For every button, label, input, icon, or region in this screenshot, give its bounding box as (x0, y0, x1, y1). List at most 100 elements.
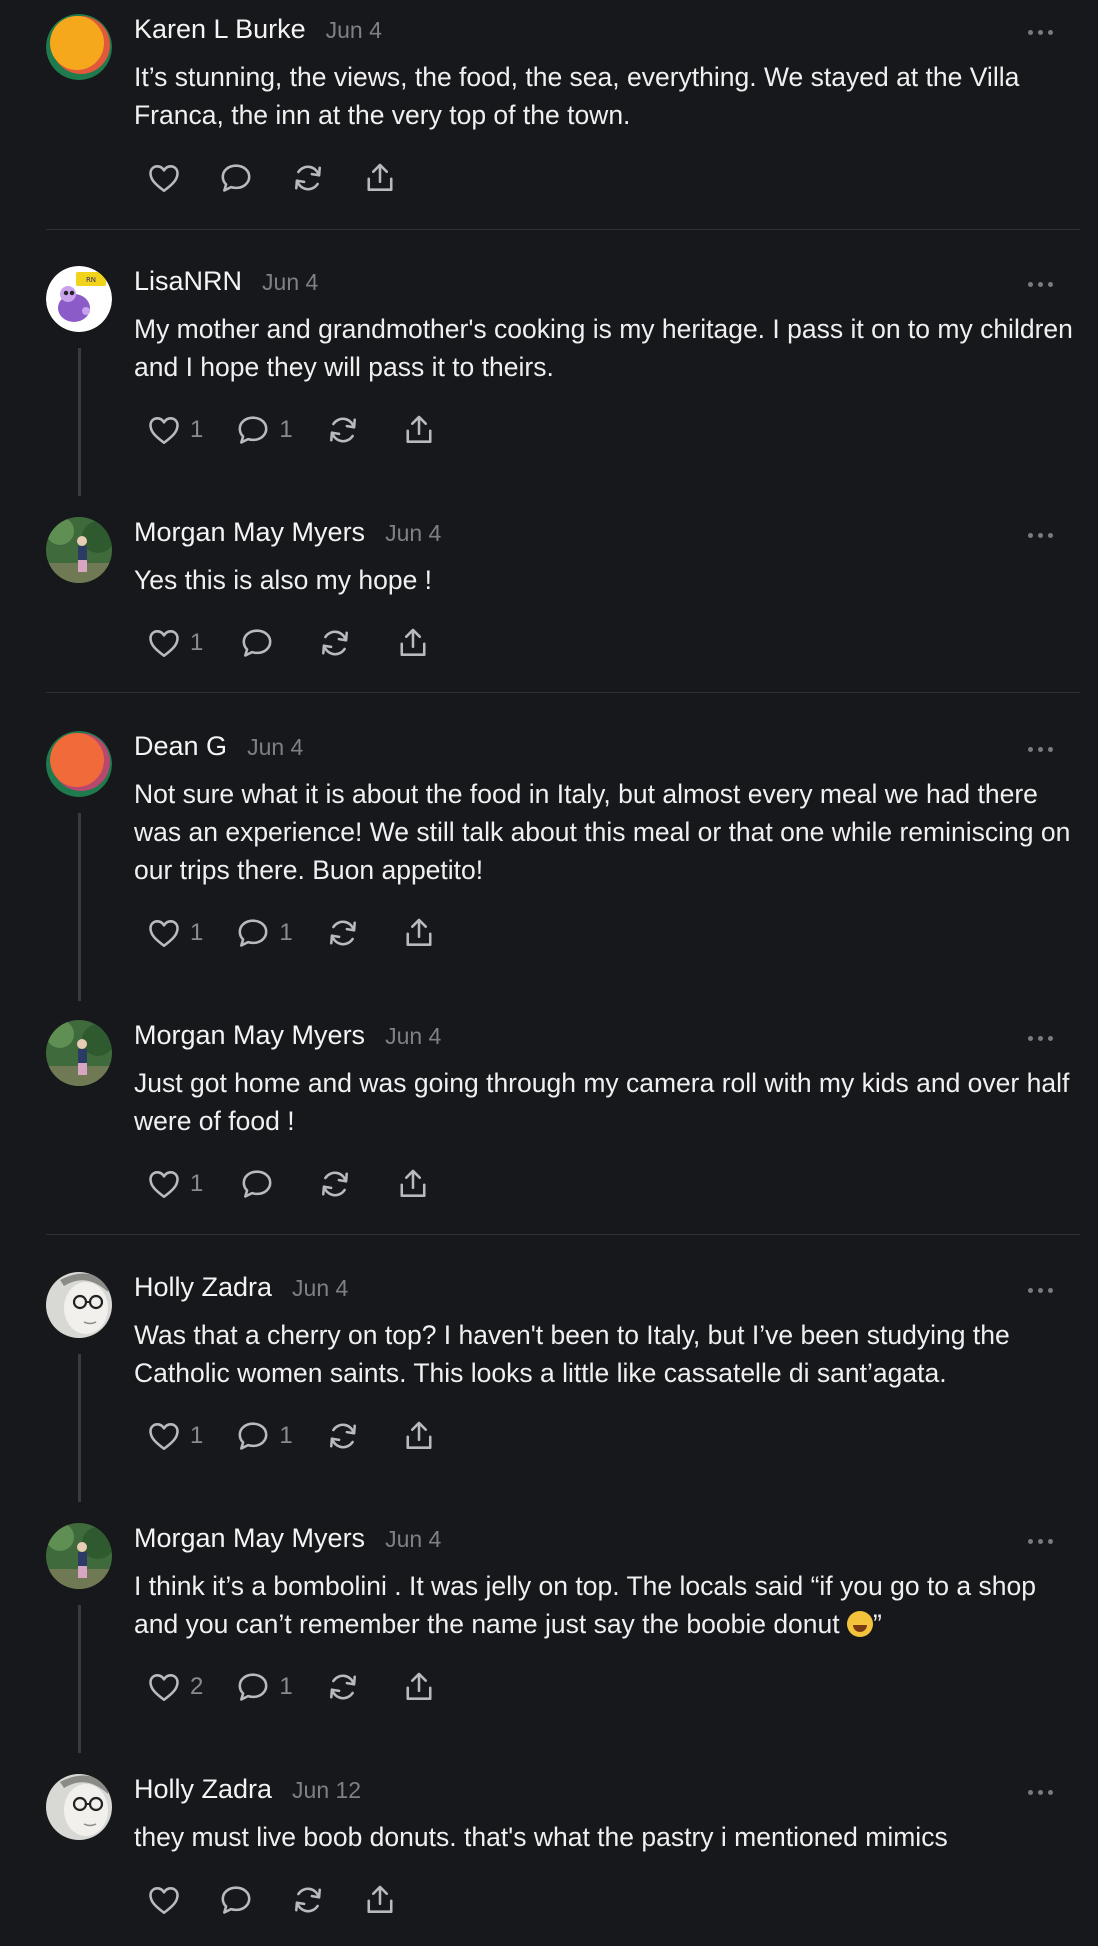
heart-icon (149, 1423, 179, 1451)
post-date[interactable]: Jun 4 (326, 17, 382, 44)
comment-icon (221, 164, 251, 192)
author-name[interactable]: Holly Zadra (134, 1272, 272, 1303)
like-button[interactable]: 1 (146, 913, 203, 953)
post-date[interactable]: Jun 4 (247, 734, 303, 761)
more-options-icon[interactable] (1018, 1780, 1062, 1804)
avatar[interactable]: RN (46, 266, 112, 332)
more-options-icon[interactable] (1018, 1278, 1062, 1302)
repost-button[interactable] (325, 1416, 361, 1456)
reply-button[interactable]: 1 (235, 1667, 293, 1707)
more-options-icon[interactable] (1018, 20, 1062, 44)
share-icon (406, 1421, 432, 1449)
share-button[interactable] (362, 1880, 398, 1920)
avatar[interactable] (46, 1523, 112, 1589)
author-name[interactable]: Morgan May Myers (134, 1523, 365, 1554)
like-button[interactable]: 1 (146, 623, 203, 663)
reply-button[interactable]: 1 (235, 1416, 293, 1456)
reply-count: 1 (279, 1673, 293, 1700)
repost-icon (329, 1423, 356, 1449)
like-count: 1 (190, 1422, 204, 1449)
thread-line (78, 813, 81, 1001)
post-date[interactable]: Jun 4 (385, 520, 441, 547)
avatar[interactable] (46, 1774, 112, 1840)
divider (46, 1234, 1080, 1235)
more-options-icon[interactable] (1018, 272, 1062, 296)
avatar[interactable] (46, 1272, 112, 1338)
reply-button[interactable] (239, 623, 275, 663)
more-options-icon[interactable] (1018, 1529, 1062, 1553)
action-bar: 1 (146, 621, 467, 665)
share-button[interactable] (362, 158, 398, 198)
post-text: My mother and grandmother's cooking is m… (134, 314, 1073, 382)
post-header: Morgan May Myers Jun 4 (134, 1020, 441, 1054)
post-text: It’s stunning, the views, the food, the … (134, 62, 1020, 130)
avatar[interactable] (46, 517, 112, 583)
share-icon (406, 1672, 432, 1700)
thread-line (78, 1354, 81, 1502)
author-name[interactable]: Holly Zadra (134, 1774, 272, 1805)
comments-feed: Karen L Burke Jun 4 It’s stunning, the v… (0, 0, 1098, 1946)
repost-button[interactable] (325, 410, 361, 450)
like-button[interactable] (146, 1880, 182, 1920)
comment-icon (238, 919, 268, 947)
avatar[interactable] (46, 731, 112, 797)
repost-button[interactable] (317, 1164, 353, 1204)
repost-button[interactable] (290, 158, 326, 198)
repost-icon (329, 920, 356, 946)
post-header: Morgan May Myers Jun 4 (134, 517, 441, 551)
more-options-icon[interactable] (1018, 737, 1062, 761)
author-name[interactable]: Morgan May Myers (134, 517, 365, 548)
author-name[interactable]: Karen L Burke (134, 14, 306, 45)
heart-icon (149, 630, 179, 658)
author-name[interactable]: Morgan May Myers (134, 1020, 365, 1051)
post-text: I think it’s a bombolini . It was jelly … (134, 1567, 1084, 1643)
reply-button[interactable]: 1 (235, 410, 293, 450)
divider (46, 692, 1080, 693)
post-date[interactable]: Jun 12 (292, 1777, 361, 1804)
like-button[interactable] (146, 158, 182, 198)
share-button[interactable] (401, 913, 437, 953)
repost-icon (329, 417, 356, 443)
action-bar: 1 1 (146, 1414, 473, 1458)
reply-button[interactable] (218, 1880, 254, 1920)
post-header: Holly Zadra Jun 12 (134, 1774, 361, 1808)
reply-button[interactable]: 1 (235, 913, 293, 953)
repost-button[interactable] (325, 1667, 361, 1707)
reply-button[interactable] (218, 158, 254, 198)
like-count: 1 (190, 919, 204, 946)
reply-button[interactable] (239, 1164, 275, 1204)
share-button[interactable] (395, 623, 431, 663)
post-date[interactable]: Jun 4 (292, 1275, 348, 1302)
laughing-emoji-icon (847, 1611, 874, 1637)
post-date[interactable]: Jun 4 (262, 269, 318, 296)
more-options-icon[interactable] (1018, 1026, 1062, 1050)
share-button[interactable] (401, 410, 437, 450)
avatar[interactable] (46, 14, 112, 80)
author-name[interactable]: Dean G (134, 731, 227, 762)
like-button[interactable]: 1 (146, 1416, 203, 1456)
post-date[interactable]: Jun 4 (385, 1526, 441, 1553)
action-bar (146, 156, 434, 200)
repost-button[interactable] (317, 623, 353, 663)
reply-count: 1 (279, 416, 293, 443)
action-bar: 1 1 (146, 408, 473, 452)
share-button[interactable] (401, 1667, 437, 1707)
post-text: Was that a cherry on top? I haven't been… (134, 1320, 1010, 1388)
author-name[interactable]: LisaNRN (134, 266, 242, 297)
post-date[interactable]: Jun 4 (385, 1023, 441, 1050)
share-button[interactable] (395, 1164, 431, 1204)
share-button[interactable] (401, 1416, 437, 1456)
repost-icon (322, 630, 349, 656)
repost-button[interactable] (325, 913, 361, 953)
like-button[interactable]: 1 (146, 1164, 203, 1204)
repost-icon (329, 1674, 356, 1700)
like-button[interactable]: 1 (146, 410, 203, 450)
avatar[interactable] (46, 1020, 112, 1086)
comment-icon (221, 1886, 251, 1914)
repost-button[interactable] (290, 1880, 326, 1920)
more-options-icon[interactable] (1018, 523, 1062, 547)
post-header: Dean G Jun 4 (134, 731, 303, 765)
thread-line (78, 1605, 81, 1753)
like-button[interactable]: 2 (146, 1667, 203, 1707)
like-count: 2 (190, 1673, 204, 1700)
